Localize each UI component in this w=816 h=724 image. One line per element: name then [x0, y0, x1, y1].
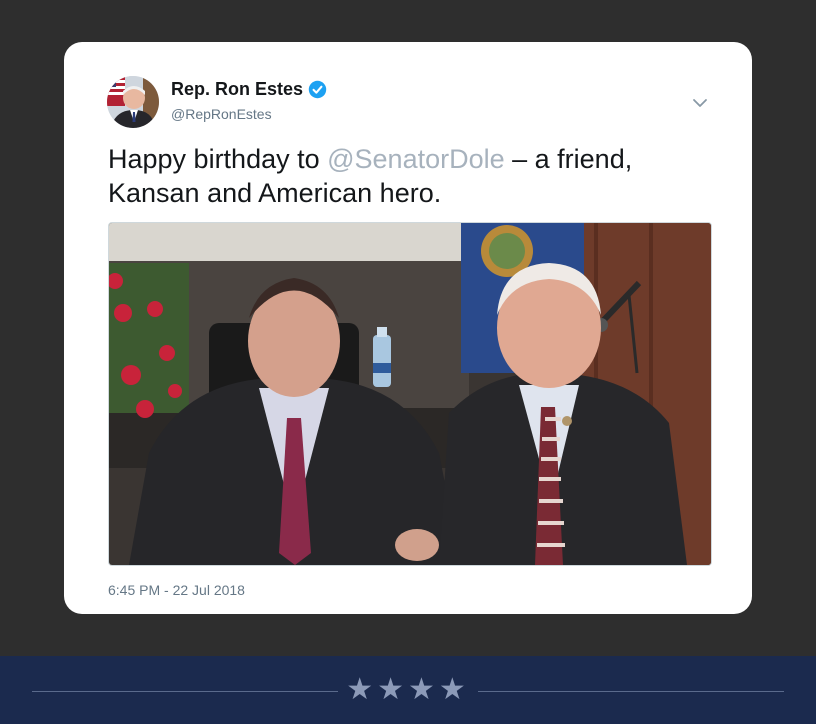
tweet-text: Happy birthday to @SenatorDole – a frien…: [108, 142, 718, 210]
author-name-row: Rep. Ron Estes: [171, 79, 327, 100]
tweet-photo[interactable]: [108, 222, 712, 566]
tweet-card: Rep. Ron Estes @RepRonEstes Happy birthd…: [64, 42, 752, 614]
chevron-down-icon[interactable]: [692, 96, 708, 108]
author-handle[interactable]: @RepRonEstes: [171, 106, 327, 122]
stars-icon: ★★★★: [346, 672, 470, 707]
footer-banner: ★★★★: [0, 656, 816, 724]
footer-divider-right: [478, 691, 784, 692]
mention-link[interactable]: @SenatorDole: [327, 144, 505, 174]
author-avatar[interactable]: [107, 76, 159, 128]
verified-badge-icon: [308, 80, 327, 99]
author-block: Rep. Ron Estes @RepRonEstes: [171, 79, 327, 122]
footer-divider-left: [32, 691, 338, 692]
author-name[interactable]: Rep. Ron Estes: [171, 79, 303, 100]
tweet-text-start: Happy birthday to: [108, 144, 328, 174]
tweet-timestamp[interactable]: 6:45 PM - 22 Jul 2018: [108, 582, 245, 598]
